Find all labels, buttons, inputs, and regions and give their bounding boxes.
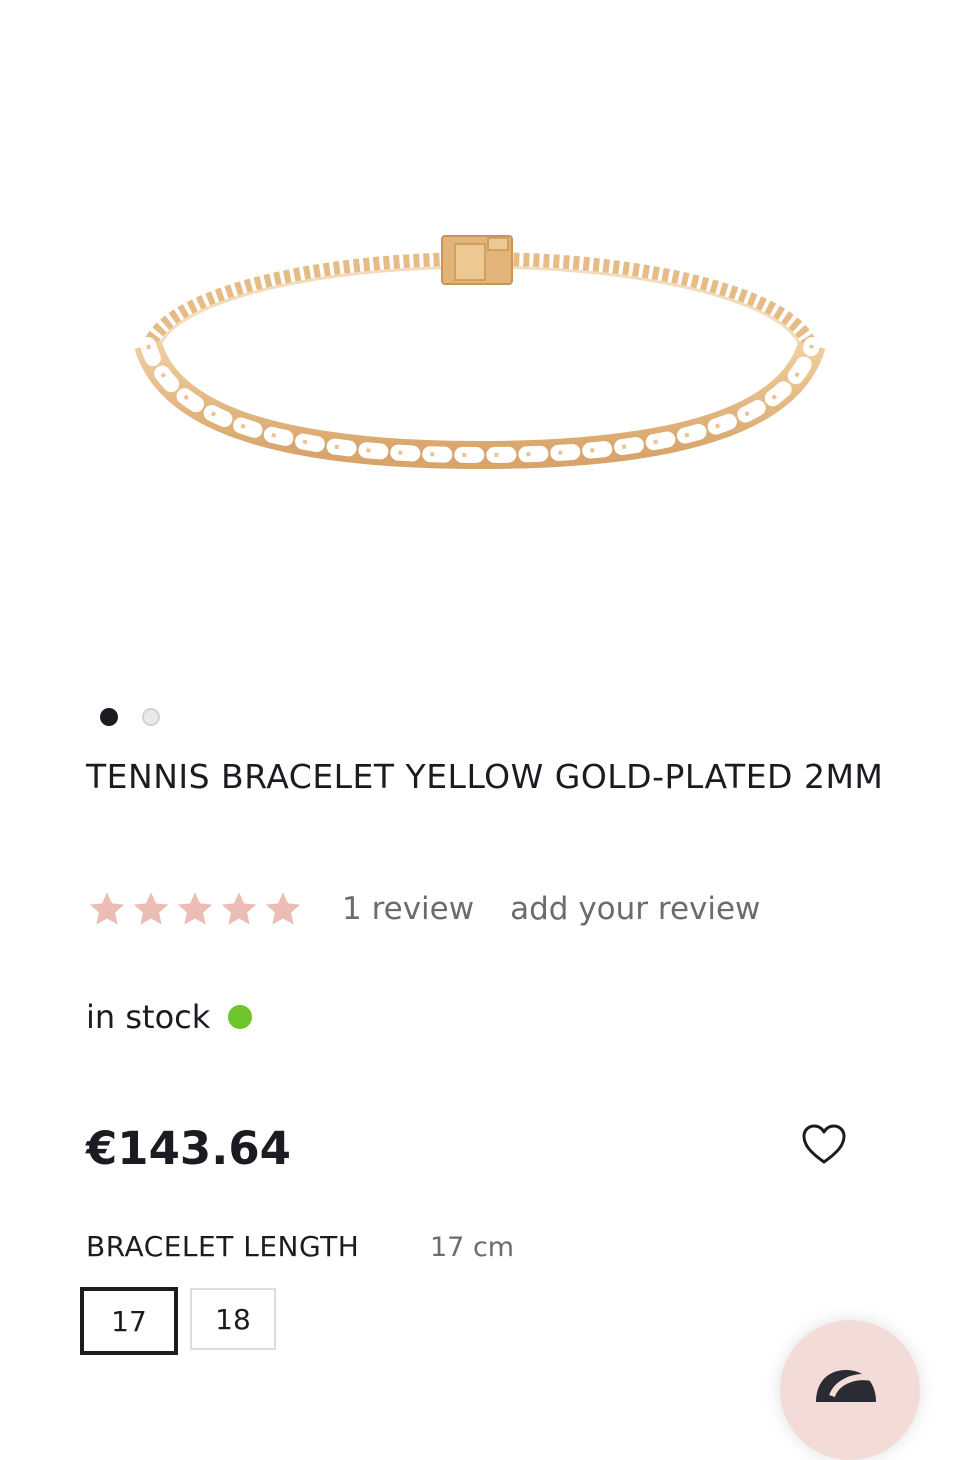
stock-label: in stock (86, 998, 211, 1036)
size-option-17[interactable]: 17 (80, 1287, 178, 1355)
chat-button[interactable] (780, 1320, 920, 1460)
star-icon (221, 892, 257, 925)
star-icon (265, 892, 301, 925)
carousel-dot[interactable] (142, 708, 160, 726)
in-stock-indicator-icon (228, 1005, 253, 1029)
carousel-indicators (100, 708, 160, 726)
size-option-18[interactable]: 18 (190, 1288, 276, 1350)
add-review-link[interactable]: add your review (510, 891, 760, 927)
product-image-gallery[interactable] (0, 0, 960, 680)
stock-status: in stock (86, 998, 253, 1036)
size-selector: 17 18 (80, 1287, 276, 1355)
product-price: €143.64 (86, 1122, 291, 1175)
heart-outline-icon[interactable] (800, 1122, 848, 1166)
carousel-dot-active[interactable] (100, 708, 118, 726)
selected-length-value: 17 cm (430, 1232, 515, 1263)
star-icon (133, 892, 169, 925)
review-count-link[interactable]: 1 review (342, 891, 474, 927)
bracelet-length-label: BRACELET LENGTH (86, 1230, 360, 1263)
star-icon (89, 892, 125, 925)
rating-row: 1 review add your review (86, 884, 760, 934)
star-rating (86, 888, 304, 930)
bracelet-image (134, 235, 826, 470)
chat-bubble-icon (816, 1370, 876, 1402)
product-title: TENNIS BRACELET YELLOW GOLD-PLATED 2MM (86, 757, 884, 796)
star-icon (177, 892, 213, 925)
